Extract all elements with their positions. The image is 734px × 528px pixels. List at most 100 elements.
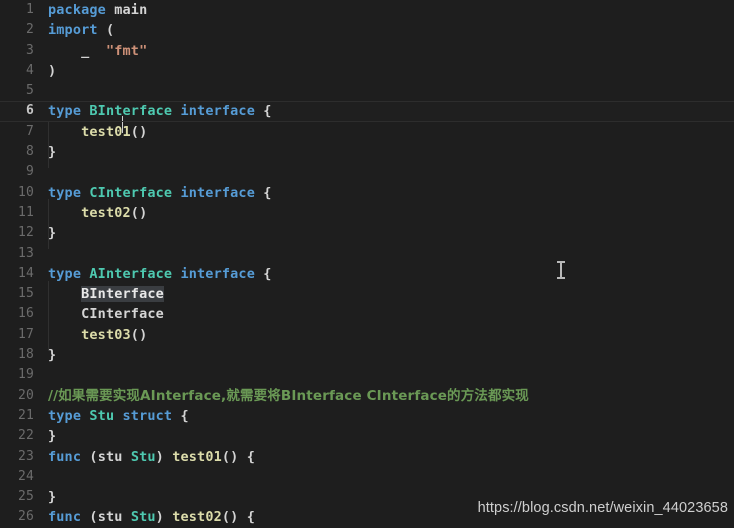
token-identifier: main [114, 2, 148, 18]
line-number: 12 [18, 225, 34, 241]
code-line[interactable]: 15 BInterface [0, 284, 734, 304]
code-line[interactable]: 20 //如果需要实现AInterface,就需要将BInterface CIn… [0, 386, 734, 406]
line-content[interactable]: _ "fmt" [48, 41, 734, 61]
token-receiver-name: stu [97, 448, 123, 465]
code-line-active[interactable]: 6 type BInterface interface { [0, 101, 734, 134]
line-content[interactable]: test02() [48, 203, 734, 223]
code-line[interactable]: 8 } [0, 142, 734, 162]
line-content[interactable]: type Stu struct { [48, 406, 734, 426]
code-line[interactable]: 22 } [0, 426, 734, 446]
token-type-name: BInt [89, 103, 123, 120]
token-highlighted-symbol[interactable]: BInterface [81, 286, 164, 303]
line-number: 3 [26, 42, 34, 58]
line-content[interactable]: ) [48, 61, 734, 81]
token-punctuation: ) [48, 62, 57, 79]
line-number: 17 [18, 326, 34, 342]
token-punctuation: { [180, 407, 189, 424]
code-line[interactable]: 5 [0, 81, 734, 101]
line-number: 24 [18, 468, 34, 484]
line-number: 21 [18, 407, 34, 423]
code-line[interactable]: 1 package main [0, 0, 734, 20]
token-keyword: interface [180, 265, 255, 282]
code-line[interactable]: 17 test03() [0, 325, 734, 345]
line-content[interactable]: CInterface [48, 304, 734, 324]
line-content[interactable]: } [48, 426, 734, 446]
token-keyword: struct [122, 407, 173, 424]
code-line[interactable]: 14 type AInterface interface { [0, 264, 734, 284]
line-number: 23 [18, 448, 34, 464]
code-line[interactable]: 9 [0, 162, 734, 182]
line-content[interactable]: type CInterface interface { [48, 183, 734, 203]
token-keyword: type [48, 184, 82, 201]
token-punctuation: ( [89, 509, 98, 526]
line-content[interactable]: package main [48, 0, 734, 20]
token-method-name: test01 [172, 448, 222, 465]
token-type-name: erface [122, 103, 173, 120]
line-number: 18 [18, 347, 34, 363]
token-keyword: type [48, 103, 82, 120]
line-number: 26 [18, 509, 34, 525]
code-line[interactable]: 13 [0, 244, 734, 264]
token-punctuation: { [263, 103, 272, 120]
code-line[interactable]: 21 type Stu struct { [0, 406, 734, 426]
line-number: 11 [18, 204, 34, 220]
token-embedded-interface: CInterface [81, 306, 164, 323]
token-punctuation: } [48, 225, 57, 242]
line-content[interactable]: type AInterface interface { [48, 264, 734, 284]
token-punctuation: ) [155, 448, 164, 465]
code-editor[interactable]: 1 package main 2 import ( 3 _ "fmt" 4 ) … [0, 0, 734, 528]
code-line[interactable]: 23 func (stu Stu) test01() { [0, 447, 734, 467]
code-line[interactable]: 7 test01() [0, 122, 734, 142]
line-content[interactable]: type BInterface interface { [48, 101, 734, 134]
line-number: 4 [26, 62, 34, 78]
code-line[interactable]: 2 import ( [0, 20, 734, 40]
code-line[interactable]: 11 test02() [0, 203, 734, 223]
code-line[interactable]: 24 [0, 467, 734, 487]
token-punctuation: } [48, 428, 57, 445]
line-number: 8 [26, 144, 34, 160]
token-method-name: test02 [81, 204, 131, 221]
code-line[interactable]: 19 [0, 365, 734, 385]
line-content[interactable]: func (stu Stu) test01() { [48, 447, 734, 467]
code-line[interactable]: 10 type CInterface interface { [0, 183, 734, 203]
line-number: 1 [26, 2, 34, 17]
code-line[interactable]: 3 _ "fmt" [0, 41, 734, 61]
line-number: 16 [18, 306, 34, 322]
line-number: 22 [18, 428, 34, 444]
token-keyword: interface [180, 184, 255, 201]
token-receiver-name: stu [97, 509, 123, 526]
line-content[interactable]: } [48, 345, 734, 365]
code-line[interactable]: 16 CInterface [0, 304, 734, 324]
code-line[interactable]: 18 } [0, 345, 734, 365]
line-number-active: 6 [26, 103, 34, 119]
line-content[interactable]: test03() [48, 325, 734, 345]
token-punctuation: () [130, 204, 148, 221]
token-punctuation: ( [105, 22, 115, 39]
token-punctuation: } [48, 489, 57, 506]
token-type-name: Stu [89, 407, 115, 424]
line-content[interactable]: } [48, 223, 734, 243]
line-content[interactable]: import ( [48, 20, 734, 40]
code-line[interactable]: 4 ) [0, 61, 734, 81]
line-number: 7 [26, 123, 34, 139]
token-punctuation: } [48, 347, 57, 364]
line-content[interactable]: test01() [48, 122, 734, 142]
line-content[interactable]: BInterface [48, 284, 734, 304]
line-content[interactable]: } [48, 142, 734, 162]
token-punctuation: () [130, 123, 148, 140]
token-string: "fmt" [105, 42, 148, 59]
line-number: 15 [18, 286, 34, 302]
code-line[interactable]: 12 } [0, 223, 734, 243]
line-number: 5 [26, 83, 34, 99]
line-number: 25 [18, 489, 34, 505]
token-punctuation: ) [155, 509, 164, 526]
token-keyword: func [48, 448, 82, 465]
token-punctuation: ( [89, 448, 98, 465]
